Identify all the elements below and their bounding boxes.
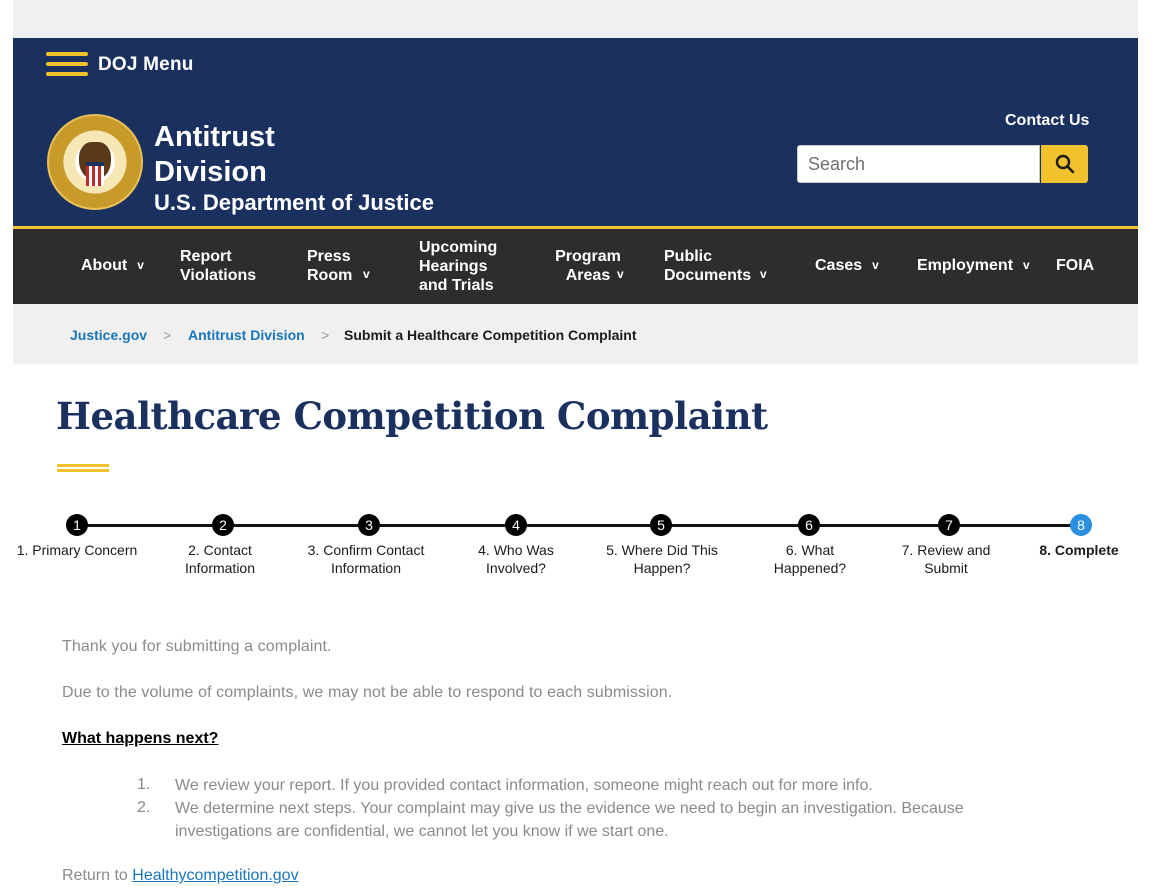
division-title[interactable]: Antitrust Division xyxy=(154,120,354,190)
breadcrumb-justice-gov[interactable]: Justice.gov xyxy=(70,327,147,343)
nav-item-foia[interactable]: FOIA xyxy=(1056,256,1094,275)
step-label-8-active: 8. Complete xyxy=(1039,542,1119,558)
step-marker-7: 7 xyxy=(938,514,960,536)
step-label-5: 5. Where Did This Happen? xyxy=(606,542,718,576)
site-header: DOJ Menu Antitrust Division U.S. Departm… xyxy=(13,38,1138,226)
nav-label: Upcoming Hearings and Trials xyxy=(419,239,498,294)
chevron-down-icon: v xyxy=(137,258,144,272)
list-item: We review your report. If you provided c… xyxy=(175,777,873,794)
return-prefix: Return to xyxy=(62,867,128,884)
shield-icon xyxy=(86,162,104,186)
nav-label: Press Room xyxy=(307,248,353,284)
nav-item-cases[interactable]: Cases v xyxy=(815,256,879,275)
nav-label: Cases xyxy=(815,257,863,274)
breadcrumb: Justice.gov > Antitrust Division > Submi… xyxy=(13,304,1138,364)
search-button[interactable] xyxy=(1041,145,1088,183)
title-underline xyxy=(57,464,109,472)
main-nav: About v Report Violations Press Room v U… xyxy=(13,229,1138,304)
top-gray-strip xyxy=(13,0,1138,38)
step-marker-2: 2 xyxy=(212,514,234,536)
nav-item-about[interactable]: About v xyxy=(81,256,144,275)
chevron-down-icon: v xyxy=(872,258,879,272)
hamburger-icon xyxy=(46,52,88,78)
chevron-down-icon: v xyxy=(760,266,767,281)
step-marker-5: 5 xyxy=(650,514,672,536)
step-marker-1: 1 xyxy=(66,514,88,536)
list-item: We determine next steps. Your complaint … xyxy=(175,800,964,840)
list-item-number: 1. xyxy=(137,776,151,793)
next-steps-heading: What happens next? xyxy=(62,730,219,747)
nav-label: FOIA xyxy=(1056,257,1095,274)
chevron-down-icon: v xyxy=(363,266,370,281)
search-icon xyxy=(1055,154,1074,174)
step-marker-3: 3 xyxy=(358,514,380,536)
page-title: Healthcare Competition Complaint xyxy=(56,394,768,438)
breadcrumb-separator: > xyxy=(163,327,172,343)
step-label-7: 7. Review and Submit xyxy=(901,542,991,576)
breadcrumb-antitrust-division[interactable]: Antitrust Division xyxy=(188,327,305,343)
nav-label: Program Areas xyxy=(555,248,621,284)
nav-item-report-violations[interactable]: Report Violations xyxy=(180,247,270,285)
thank-you-text: Thank you for submitting a complaint. xyxy=(62,638,332,655)
nav-item-program-areas[interactable]: Program Areas v xyxy=(553,247,643,285)
breadcrumb-current: Submit a Healthcare Competition Complain… xyxy=(344,327,637,343)
chevron-down-icon: v xyxy=(1023,258,1030,272)
nav-item-press-room[interactable]: Press Room v xyxy=(307,247,387,285)
department-title[interactable]: U.S. Department of Justice xyxy=(154,190,434,216)
nav-item-public-documents[interactable]: Public Documents v xyxy=(664,247,784,285)
step-label-1: 1. Primary Concern xyxy=(16,542,138,558)
contact-us-link[interactable]: Contact Us xyxy=(1005,112,1089,130)
doj-seal-logo[interactable] xyxy=(47,114,143,210)
list-item-number: 2. xyxy=(137,799,151,816)
doj-menu-button[interactable]: DOJ Menu xyxy=(46,52,194,78)
healthy-competition-link[interactable]: Healthycompetition.gov xyxy=(132,867,298,884)
step-label-3: 3. Confirm Contact Information xyxy=(307,542,425,576)
step-label-6: 6. What Happened? xyxy=(773,542,847,576)
step-marker-6: 6 xyxy=(798,514,820,536)
doj-menu-label: DOJ Menu xyxy=(98,54,194,75)
volume-note-text: Due to the volume of complaints, we may … xyxy=(62,684,673,701)
step-label-4: 4. Who Was Involved? xyxy=(478,542,554,576)
step-marker-4: 4 xyxy=(505,514,527,536)
nav-item-employment[interactable]: Employment v xyxy=(917,256,1030,275)
nav-label: About xyxy=(81,257,128,274)
nav-item-upcoming-hearings[interactable]: Upcoming Hearings and Trials xyxy=(419,238,509,295)
return-line: Return to Healthycompetition.gov xyxy=(62,867,299,885)
nav-label: Report Violations xyxy=(180,248,257,284)
step-label-2: 2. Contact Information xyxy=(184,542,256,576)
nav-label: Employment xyxy=(917,257,1014,274)
chevron-down-icon: v xyxy=(617,266,624,281)
search-input[interactable] xyxy=(797,145,1040,183)
step-marker-8-active: 8 xyxy=(1070,514,1092,536)
breadcrumb-separator: > xyxy=(321,327,330,343)
nav-label: Public Documents xyxy=(664,248,752,284)
